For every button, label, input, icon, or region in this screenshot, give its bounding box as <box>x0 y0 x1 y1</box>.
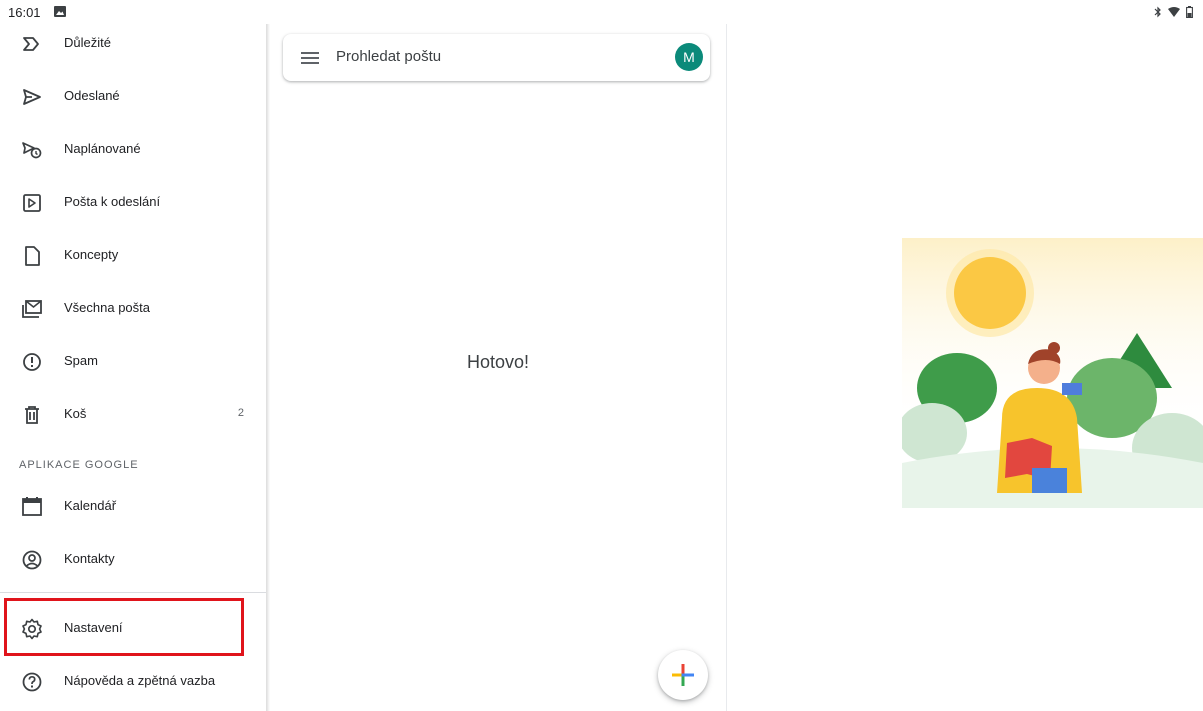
search-bar[interactable]: Prohledat poštu M <box>283 34 710 81</box>
drawer-item-drafts[interactable]: Koncepty <box>0 232 266 280</box>
outbox-icon <box>23 194 41 212</box>
drawer-item-label: Odeslané <box>64 88 120 103</box>
help-icon <box>22 672 42 692</box>
account-avatar[interactable]: M <box>675 43 703 71</box>
schedule-send-icon <box>22 142 42 159</box>
trash-icon <box>25 406 39 424</box>
drawer-item-label: Kalendář <box>64 498 117 513</box>
drawer-item-calendar[interactable]: Kalendář <box>0 483 266 531</box>
draft-icon <box>25 246 40 266</box>
spam-icon <box>23 353 41 371</box>
empty-inbox-message: Hotovo! <box>466 352 530 372</box>
status-time: 16:01 <box>8 5 41 20</box>
send-icon <box>23 89 41 105</box>
drawer-divider <box>0 592 266 593</box>
drawer-item-label: Pošta k odeslání <box>64 194 161 209</box>
drawer-item-sent[interactable]: Odeslané <box>0 73 266 121</box>
drawer-item-label: Koncepty <box>64 247 119 262</box>
image-notification-icon <box>54 6 66 17</box>
drawer-item-all-mail[interactable]: Všechna pošta <box>0 285 266 333</box>
settings-highlight-box <box>4 598 244 656</box>
mail-list-pane: Prohledat poštu M Hotovo! <box>270 24 726 711</box>
drawer-item-trash[interactable]: Koš 2 <box>0 391 266 439</box>
contacts-icon <box>22 550 42 570</box>
battery-icon <box>1186 6 1193 18</box>
drawer-item-label: Důležité <box>64 35 111 50</box>
pane-divider <box>726 24 727 711</box>
empty-state-illustration <box>902 238 1203 508</box>
trash-count: 2 <box>237 407 244 419</box>
section-header-google-apps: APLIKACE GOOGLE <box>19 459 139 471</box>
plus-icon <box>672 664 694 686</box>
drawer-item-help[interactable]: Nápověda a zpětná vazba <box>0 658 266 706</box>
all-mail-icon <box>22 300 42 318</box>
drawer-item-label: Všechna pošta <box>64 300 151 315</box>
drawer-item-label: Nápověda a zpětná vazba <box>64 673 216 688</box>
search-input[interactable]: Prohledat poštu <box>336 48 441 65</box>
drawer-item-label: Naplánované <box>64 141 141 156</box>
drawer-item-spam[interactable]: Spam <box>0 338 266 386</box>
drawer-item-label: Kontakty <box>64 551 115 566</box>
bluetooth-icon <box>1154 6 1161 18</box>
sun-icon <box>946 249 1034 337</box>
drawer-item-label: Koš <box>64 406 87 421</box>
wifi-icon <box>1168 7 1180 17</box>
drawer-item-important[interactable]: Důležité <box>0 20 266 68</box>
compose-button[interactable] <box>658 650 708 700</box>
status-icons <box>1154 6 1193 18</box>
calendar-icon <box>22 497 42 516</box>
label-important-icon <box>23 37 39 51</box>
drawer-item-label: Spam <box>64 353 98 368</box>
drawer-item-contacts[interactable]: Kontakty <box>0 536 266 584</box>
drawer-item-outbox[interactable]: Pošta k odeslání <box>0 179 266 227</box>
drawer-item-scheduled[interactable]: Naplánované <box>0 126 266 174</box>
menu-icon[interactable] <box>301 49 319 67</box>
